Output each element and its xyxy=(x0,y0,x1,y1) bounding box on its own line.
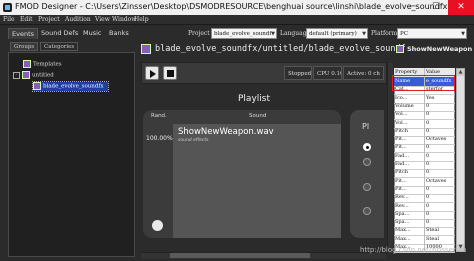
event-tree: Templates - untitled blade_evolve_soundfx xyxy=(8,52,135,257)
sound-name: ShowNewWeapon.wav xyxy=(178,127,274,137)
tab-groups[interactable]: Groups xyxy=(10,42,39,51)
play-button[interactable] xyxy=(145,66,159,80)
menu-bar: File Edit Project Audition View Window H… xyxy=(0,15,474,25)
platform-label: Platform xyxy=(371,30,398,37)
menu-window[interactable]: Window xyxy=(112,15,136,25)
volume-knob[interactable] xyxy=(152,220,163,231)
title-bar: FMOD Designer - C:\Users\Zinsser\Desktop… xyxy=(0,0,474,15)
menu-help[interactable]: Help xyxy=(134,15,149,25)
tree-label: Templates xyxy=(33,61,62,68)
tab-banks[interactable]: Banks xyxy=(106,28,132,39)
project-value: blade_evolve_soundf xyxy=(214,31,272,37)
highlight-annotation xyxy=(392,75,455,91)
properties-title: ShowNewWeapon xyxy=(407,45,473,53)
project-label: Project xyxy=(188,30,210,37)
status-text: Stopped xyxy=(284,66,312,80)
minimize-button[interactable]: ─ xyxy=(402,0,424,15)
chevron-down-icon: ▼ xyxy=(362,31,366,37)
playmode-radio[interactable] xyxy=(363,207,371,215)
language-value: default (primary) xyxy=(309,31,357,37)
sound-subtitle: sound effects xyxy=(178,138,209,143)
event-path: blade_evolve_soundfx/untitled/blade_evol… xyxy=(155,44,406,54)
group-icon xyxy=(23,60,31,68)
cpu-readout: CPU 0.10 xyxy=(313,66,342,80)
properties-scrollbar[interactable] xyxy=(456,68,465,252)
scrollbar-thumb[interactable] xyxy=(170,253,310,258)
menu-audition[interactable]: Audition xyxy=(65,15,91,25)
platform-value: PC xyxy=(400,31,408,37)
menu-edit[interactable]: Edit xyxy=(20,15,33,25)
collapse-icon[interactable]: - xyxy=(13,71,20,79)
platform-dropdown[interactable]: PC ▼ xyxy=(397,28,467,39)
playlist-title: Playlist xyxy=(238,94,270,104)
tree-node-untitled[interactable]: - untitled xyxy=(13,71,54,80)
watermark: http://blog.csdn.net/zinsserlan xyxy=(360,246,467,254)
close-button[interactable]: ✕ xyxy=(448,0,474,15)
app-icon xyxy=(3,3,12,12)
project-dropdown[interactable]: blade_evolve_soundf ▼ xyxy=(211,28,277,39)
event-icon xyxy=(141,44,151,54)
scroll-up-icon[interactable]: ▲ xyxy=(457,69,464,76)
tab-sound-defs[interactable]: Sound Defs xyxy=(38,28,81,39)
tab-events[interactable]: Events xyxy=(8,28,39,39)
event-icon xyxy=(33,82,41,90)
menu-project[interactable]: Project xyxy=(38,15,60,25)
tree-node-event-selected[interactable]: blade_evolve_soundfx xyxy=(32,81,109,92)
rand-value: 100.00% xyxy=(146,135,173,142)
playmode-label: Pl xyxy=(362,122,370,131)
active-channels: Active: 0 ch xyxy=(343,66,384,80)
tab-categories[interactable]: Categories xyxy=(40,42,79,51)
group-icon xyxy=(22,71,30,79)
chevron-down-icon: ▼ xyxy=(461,31,465,37)
menu-file[interactable]: File xyxy=(3,15,15,25)
tree-node-templates[interactable]: Templates xyxy=(23,60,62,69)
tab-music[interactable]: Music xyxy=(80,28,105,39)
menu-view[interactable]: View xyxy=(95,15,110,25)
event-icon xyxy=(396,45,404,53)
playmode-radio[interactable] xyxy=(363,143,371,151)
playmode-radio[interactable] xyxy=(363,158,371,166)
chevron-down-icon: ▼ xyxy=(271,31,275,37)
tree-label: untitled xyxy=(32,72,54,79)
sound-column-header: Sound xyxy=(249,113,267,119)
language-dropdown[interactable]: default (primary) ▼ xyxy=(306,28,368,39)
tree-label: blade_evolve_soundfx xyxy=(43,83,104,90)
vertical-scrollbar[interactable] xyxy=(387,63,393,253)
rand-column-header: Rand. xyxy=(151,113,167,119)
maximize-button[interactable]: ☐ xyxy=(425,0,447,15)
stop-button[interactable] xyxy=(163,66,177,80)
playmode-radio[interactable] xyxy=(363,183,371,191)
